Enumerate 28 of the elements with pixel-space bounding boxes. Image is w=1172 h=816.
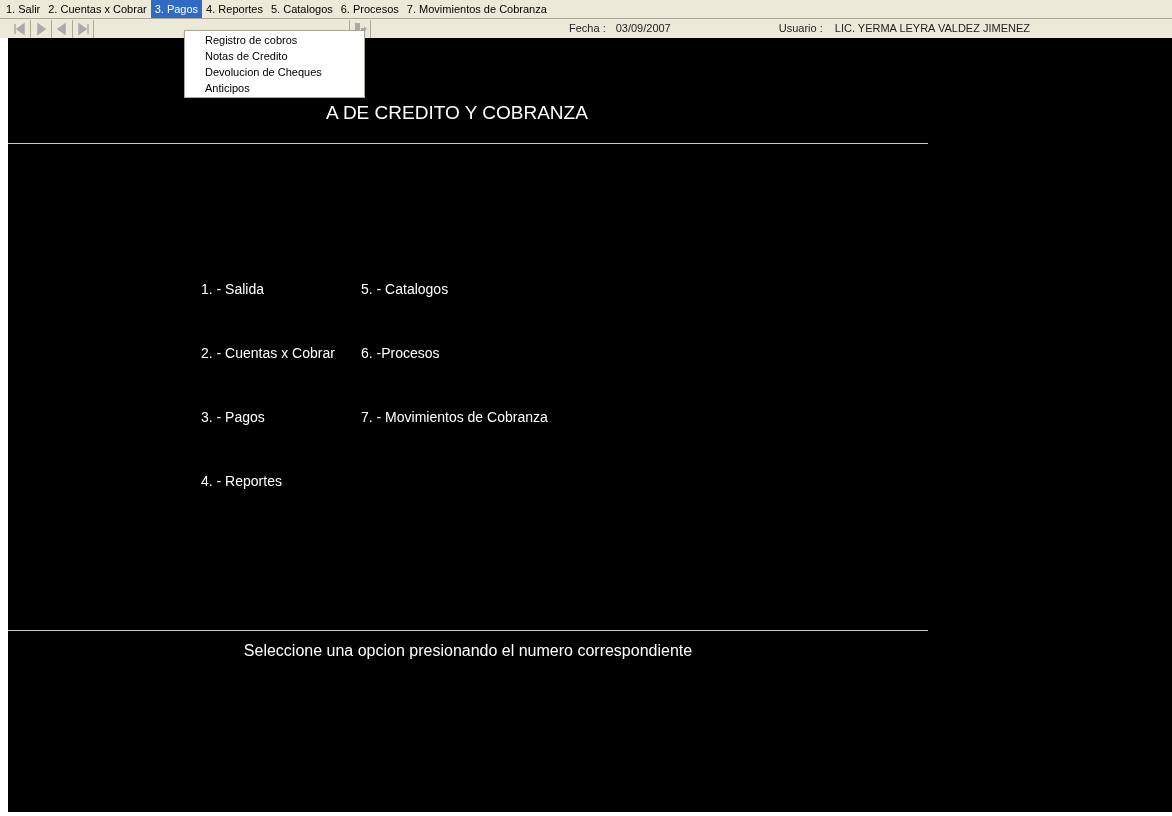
dropdown-item[interactable]: Registro de cobros: [185, 32, 364, 48]
menu-item[interactable]: 2. Cuentas x Cobrar: [44, 0, 151, 18]
date-label: Fecha :: [569, 21, 606, 37]
menu-item[interactable]: 5. Catalogos: [267, 0, 337, 18]
menu-option: 1. - Salida: [201, 279, 265, 296]
user-value: LIC. YERMA LEYRA VALDEZ JIMENEZ: [834, 21, 1030, 37]
last-icon: [76, 21, 90, 36]
dropdown-item[interactable]: Notas de Credito: [185, 48, 364, 64]
menu-option: 5. - Catalogos: [361, 279, 449, 296]
first-icon: [13, 21, 27, 36]
dropdown-item[interactable]: Devolucion de Cheques: [185, 64, 364, 80]
menu-item[interactable]: 1. Salir: [2, 0, 45, 18]
user-label: Usuario :: [778, 21, 823, 37]
menu-option: 7. - Movimientos de Cobranza: [361, 407, 548, 424]
previous-icon: [55, 21, 69, 36]
dropdown-item[interactable]: Anticipos: [185, 80, 364, 96]
menu-option: 2. - Cuentas x Cobrar: [201, 343, 335, 360]
play-icon: [34, 21, 48, 36]
system-title: A DE CREDITO Y COBRANZA: [326, 102, 589, 124]
menu-option: 4. - Reportes: [201, 471, 282, 488]
date-value: 03/09/2007: [615, 21, 671, 37]
instruction-text: Seleccione una opcion presionando el numero correspondiente: [243, 641, 693, 661]
menu-item[interactable]: 6. Procesos: [336, 0, 403, 18]
menu-item[interactable]: 4. Reportes: [202, 0, 267, 18]
menu-item[interactable]: 3. Pagos: [150, 0, 203, 18]
menu-option: 6. -Procesos: [361, 343, 440, 360]
menu-item[interactable]: 7. Movimientos de Cobranza: [402, 0, 551, 18]
menu-option: 3. - Pagos: [201, 407, 265, 424]
